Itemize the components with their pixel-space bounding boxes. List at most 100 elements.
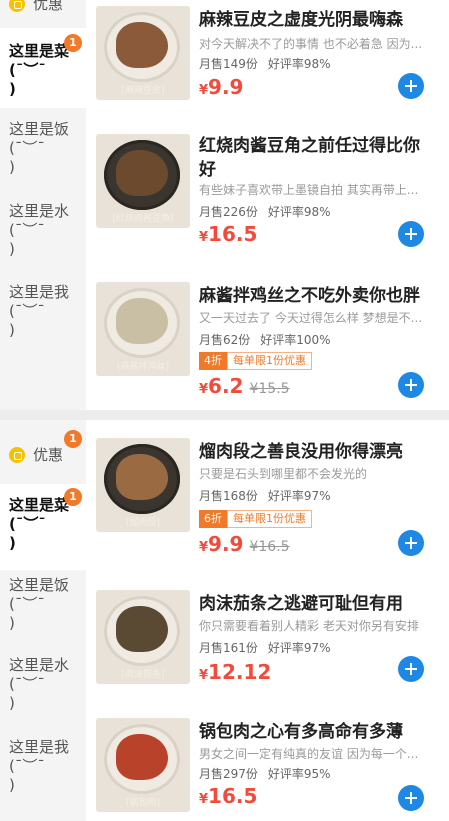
- dish-stats: 月售226份 好评率98%: [199, 204, 331, 220]
- dish-title: 锅包肉之心有多高命有多薄: [199, 722, 403, 742]
- monthly-sales: 月售62份: [199, 333, 251, 347]
- count-badge: 1: [64, 430, 82, 448]
- dish-photo: [麻酱拌鸡丝]: [96, 282, 190, 376]
- sidebar-item-category[interactable]: 这里是水 (¯︶¯ ): [0, 656, 86, 726]
- dish-title: 红烧肉酱豆角之前任过得比你好: [199, 136, 420, 180]
- dish-photo: [熘肉段]: [96, 438, 190, 532]
- currency-symbol: ¥: [199, 382, 209, 397]
- sidebar-item-category[interactable]: 这里是我 (¯︶¯ ): [0, 738, 86, 808]
- menu-item[interactable]: [锅包肉] 锅包肉之心有多高命有多薄 男女之间一定有纯真的友谊 因为每一个...…: [96, 718, 449, 818]
- dish-description: 有些妹子喜欢带上墨镜自拍 其实再带上...: [199, 183, 419, 197]
- price-value: 6.2: [208, 374, 244, 398]
- dish-title: 麻辣豆皮之虚度光阴最嗨森: [199, 10, 403, 30]
- discount-tag: 4折 每单限1份优惠: [199, 352, 312, 370]
- rating: 好评率97%: [267, 489, 331, 503]
- dish-description: 你只需要看着别人精彩 老天对你另有安排: [199, 619, 419, 633]
- menu-section-bottom: 优惠 1 这里是菜 (¯︶¯ ) 1 这里是饭 (¯︶¯ ) 这里是水 (¯︶¯…: [0, 420, 449, 821]
- price-value: 16.5: [208, 222, 258, 246]
- sidebar-item-label: 优惠: [33, 445, 64, 464]
- add-to-cart-button[interactable]: [398, 656, 424, 682]
- menu-item[interactable]: [肉沫茄条] 肉沫茄条之逃避可耻但有用 你只需要看着别人精彩 老天对你另有安排 …: [96, 590, 449, 700]
- rating: 好评率98%: [267, 205, 331, 219]
- dish-photo-caption: [麻酱拌鸡丝]: [116, 362, 170, 372]
- add-to-cart-button[interactable]: [398, 530, 424, 556]
- dish-title: 肉沫茄条之逃避可耻但有用: [199, 594, 403, 614]
- sidebar-item-category[interactable]: 这里是饭 (¯︶¯ ): [0, 120, 86, 190]
- sidebar-item-label: 优惠: [33, 0, 64, 13]
- original-price: ¥15.5: [249, 381, 290, 397]
- dish-stats: 月售62份 好评率100%: [199, 332, 331, 348]
- dish-photo: [麻辣豆皮]: [96, 6, 190, 100]
- add-to-cart-button[interactable]: [398, 785, 424, 811]
- rating: 好评率98%: [267, 57, 331, 71]
- sidebar-item-label: 这里是水 (¯︶¯ ): [9, 202, 70, 258]
- count-badge: 1: [64, 488, 82, 506]
- price-value: 12.12: [208, 660, 272, 684]
- dish-photo-caption: [锅包肉]: [125, 798, 161, 808]
- sidebar-item-category[interactable]: 这里是菜 (¯︶¯ ) 1: [0, 28, 86, 108]
- discount-tag: 6折 每单限1份优惠: [199, 510, 312, 528]
- sidebar-item-promo[interactable]: 优惠: [0, 0, 86, 14]
- dish-photo: [锅包肉]: [96, 718, 190, 812]
- price-value: 9.9: [208, 75, 244, 99]
- dish-title: 熘肉段之善良没用你得漂亮: [199, 442, 403, 462]
- sidebar-item-category[interactable]: 这里是饭 (¯︶¯ ): [0, 576, 86, 646]
- screenshot-divider: [0, 410, 449, 420]
- monthly-sales: 月售168份: [199, 489, 258, 503]
- monthly-sales: 月售226份: [199, 205, 258, 219]
- dish-price: ¥9.9 ¥16.5: [199, 532, 290, 560]
- sidebar-item-label: 这里是我 (¯︶¯ ): [9, 283, 70, 339]
- discount-rate: 4折: [199, 352, 227, 370]
- count-badge: 1: [64, 34, 82, 52]
- currency-symbol: ¥: [199, 792, 209, 807]
- price-value: 9.9: [208, 532, 244, 556]
- sidebar-item-label: 这里是水 (¯︶¯ ): [9, 656, 70, 712]
- dish-price: ¥9.9: [199, 75, 243, 103]
- sidebar-item-category[interactable]: 这里是我 (¯︶¯ ): [0, 283, 86, 353]
- monthly-sales: 月售161份: [199, 641, 258, 655]
- discount-coin-icon: [9, 447, 25, 463]
- discount-rate: 6折: [199, 510, 227, 528]
- sidebar-item-label: 这里是饭 (¯︶¯ ): [9, 120, 70, 176]
- currency-symbol: ¥: [199, 668, 209, 683]
- rating: 好评率100%: [260, 333, 331, 347]
- add-to-cart-button[interactable]: [398, 221, 424, 247]
- price-value: 16.5: [208, 784, 258, 808]
- dish-description: 男女之间一定有纯真的友谊 因为每一个...: [199, 747, 419, 761]
- dish-description: 对今天解决不了的事情 也不必着急 因为...: [199, 37, 423, 51]
- sidebar-item-category[interactable]: 这里是菜 (¯︶¯ ) 1: [0, 484, 86, 570]
- menu-item[interactable]: [红烧肉酱豆角] 红烧肉酱豆角之前任过得比你好 有些妹子喜欢带上墨镜自拍 其实再…: [96, 134, 449, 247]
- dish-stats: 月售149份 好评率98%: [199, 56, 331, 72]
- discount-coin-icon: [9, 0, 25, 12]
- monthly-sales: 月售297份: [199, 767, 258, 781]
- currency-symbol: ¥: [199, 230, 209, 245]
- dish-title: 麻酱拌鸡丝之不吃外卖你也胖: [199, 286, 420, 306]
- sidebar-item-promo[interactable]: 优惠 1: [0, 430, 86, 468]
- dish-description: 只要是石头到哪里都不会发光的: [199, 467, 368, 481]
- discount-limit: 每单限1份优惠: [227, 510, 312, 528]
- dish-photo-caption: [肉沫茄条]: [121, 670, 165, 680]
- menu-item[interactable]: [麻辣豆皮] 麻辣豆皮之虚度光阴最嗨森 对今天解决不了的事情 也不必着急 因为.…: [96, 6, 449, 106]
- sidebar-item-category[interactable]: 这里是水 (¯︶¯ ): [0, 202, 86, 272]
- add-to-cart-button[interactable]: [398, 73, 424, 99]
- menu-item[interactable]: [麻酱拌鸡丝] 麻酱拌鸡丝之不吃外卖你也胖 又一天过去了 今天过得怎么样 梦想是…: [96, 282, 449, 402]
- rating: 好评率97%: [267, 641, 331, 655]
- monthly-sales: 月售149份: [199, 57, 258, 71]
- dish-stats: 月售297份 好评率95%: [199, 766, 331, 782]
- add-to-cart-button[interactable]: [398, 372, 424, 398]
- currency-symbol: ¥: [199, 540, 209, 555]
- dish-stats: 月售161份 好评率97%: [199, 640, 331, 656]
- dish-photo-caption: [红烧肉酱豆角]: [112, 214, 174, 224]
- dish-price: ¥16.5: [199, 784, 257, 812]
- category-sidebar: 优惠 这里是菜 (¯︶¯ ) 1 这里是饭 (¯︶¯ ) 这里是水 (¯︶¯ )…: [0, 0, 86, 410]
- original-price: ¥16.5: [249, 539, 290, 555]
- menu-section-top: 优惠 这里是菜 (¯︶¯ ) 1 这里是饭 (¯︶¯ ) 这里是水 (¯︶¯ )…: [0, 0, 449, 410]
- dish-photo-caption: [熘肉段]: [125, 518, 161, 528]
- dish-photo: [红烧肉酱豆角]: [96, 134, 190, 228]
- menu-item[interactable]: [熘肉段] 熘肉段之善良没用你得漂亮 只要是石头到哪里都不会发光的 月售168份…: [96, 438, 449, 558]
- rating: 好评率95%: [267, 767, 331, 781]
- dish-price: ¥12.12: [199, 660, 271, 688]
- dish-photo: [肉沫茄条]: [96, 590, 190, 684]
- sidebar-item-label: 这里是饭 (¯︶¯ ): [9, 576, 70, 632]
- dish-stats: 月售168份 好评率97%: [199, 488, 331, 504]
